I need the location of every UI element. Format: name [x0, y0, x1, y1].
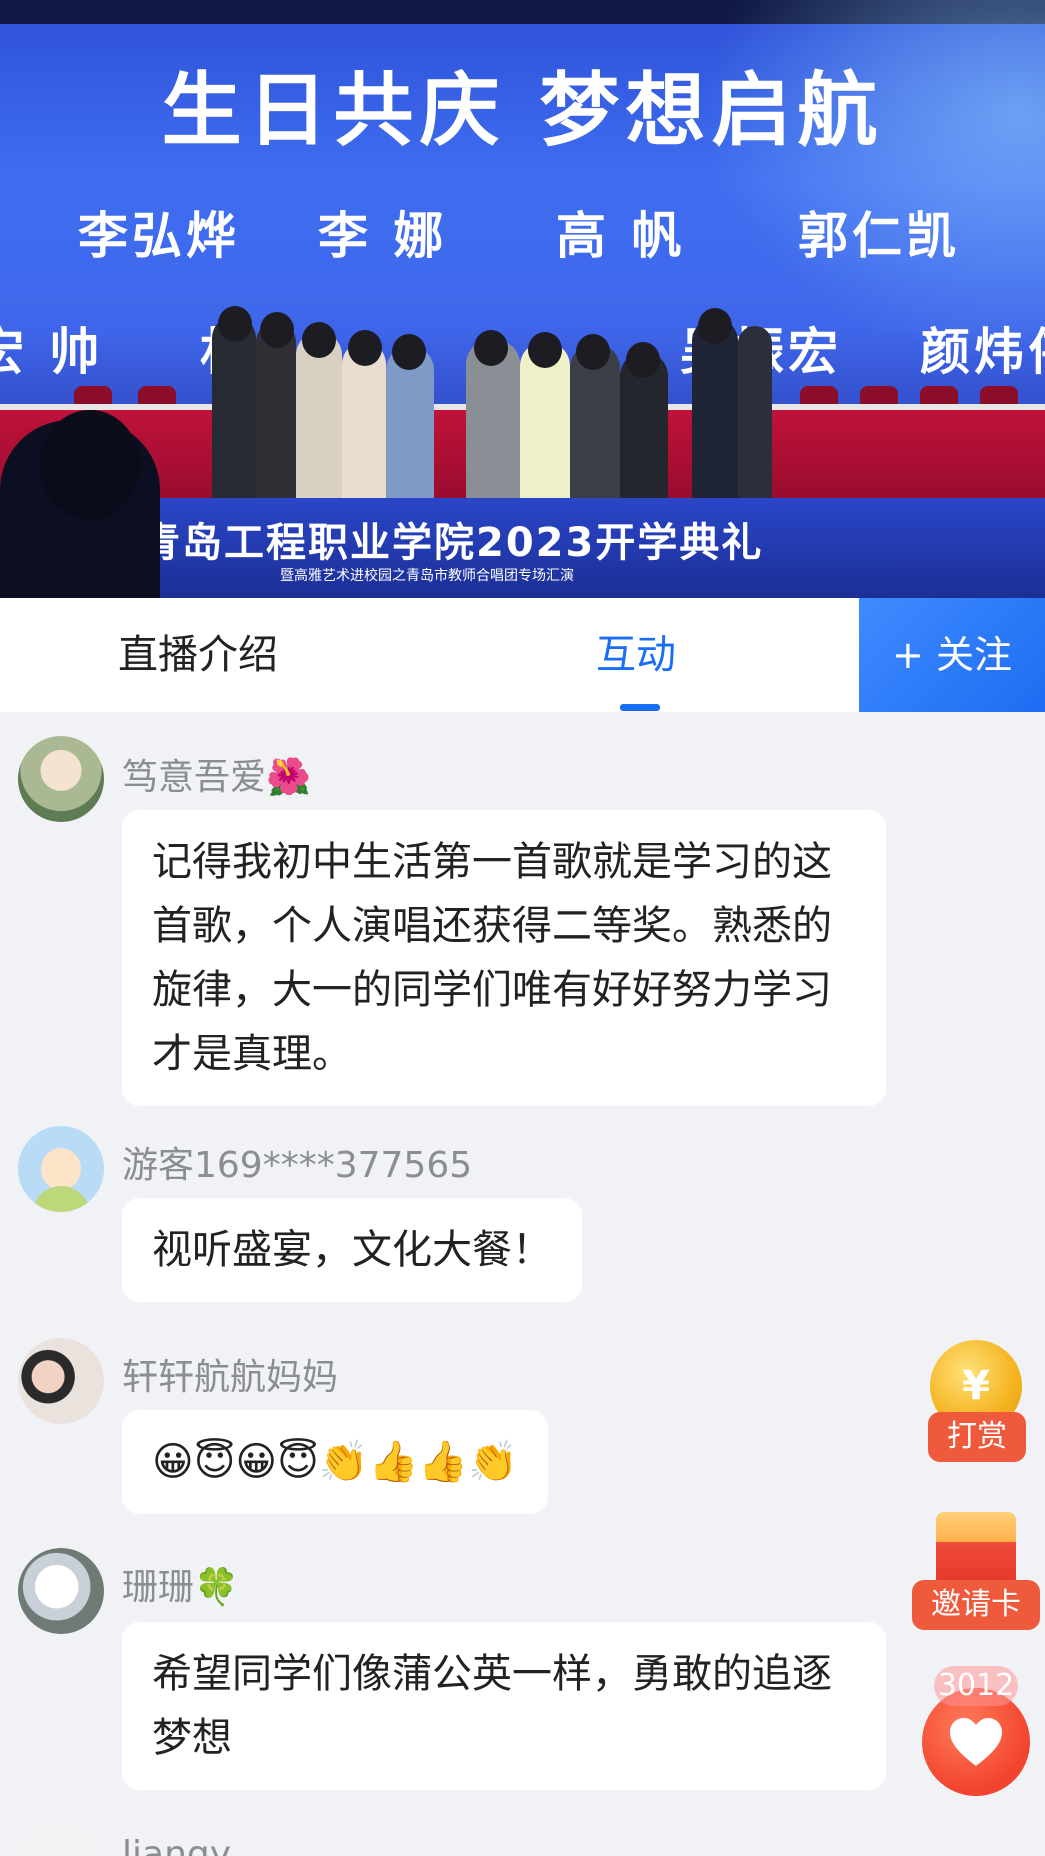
avatar-face: [41, 1148, 81, 1190]
invite-card-button[interactable]: 邀请卡: [912, 1580, 1040, 1630]
tab-live-intro[interactable]: 直播介绍: [118, 598, 278, 712]
stage-name: 郭仁凯: [798, 207, 960, 265]
stage-name: 李 娜: [318, 207, 448, 265]
invite-envelope-icon[interactable]: [936, 1512, 1016, 1586]
guest-default-avatar[interactable]: [18, 1126, 104, 1212]
stage-banner-title: 生日共庆 梦想启航: [161, 63, 884, 157]
chat-username[interactable]: 轩轩航航妈妈: [122, 1348, 338, 1400]
user-photo-avatar[interactable]: [18, 1822, 104, 1856]
active-tab-indicator: [620, 704, 660, 711]
chat-username[interactable]: liangy: [122, 1834, 231, 1856]
chat-message-bubble: 希望同学们像蒲公英一样，勇敢的追逐梦想: [122, 1622, 886, 1790]
chat-list[interactable]: 笃意吾爱🌺 记得我初中生活第一首歌就是学习的这首歌，个人演唱还获得二等奖。熟悉的…: [0, 712, 1045, 1856]
school-event-title: 青岛工程职业学院2023开学典礼: [140, 520, 764, 566]
chat-username[interactable]: 游客169****377565: [122, 1136, 472, 1188]
stage-name: 李弘烨: [78, 207, 240, 265]
heart-icon: [950, 1718, 1002, 1766]
chat-username[interactable]: 珊珊🍀: [122, 1558, 239, 1610]
live-video-player[interactable]: 生日共庆 梦想启航 李弘烨 李 娜 高 帆 郭仁凯 宏 帅 杉 吴振宏 颜炜伟: [0, 0, 1045, 598]
reward-button[interactable]: 打赏: [928, 1412, 1026, 1462]
avatar-body: [32, 1186, 90, 1212]
chat-message-bubble: 视听盛宴，文化大餐！: [122, 1198, 582, 1302]
follow-button[interactable]: + 关注: [859, 598, 1045, 712]
group-of-people: [212, 292, 772, 502]
stage-name: 颜炜伟: [920, 323, 1045, 381]
stage-name: 高 帆: [556, 207, 686, 265]
user-photo-avatar[interactable]: [18, 736, 104, 822]
chat-message-bubble: 记得我初中生活第一首歌就是学习的这首歌，个人演唱还获得二等奖。熟悉的旋律，大一的…: [122, 810, 886, 1106]
stage-name: 宏 帅: [0, 323, 104, 381]
tab-interaction[interactable]: 互动: [596, 598, 676, 712]
chat-message-bubble: 😀😇😀😇👏👍👍👏: [122, 1410, 549, 1514]
like-count-badge: 3012: [934, 1666, 1018, 1706]
user-photo-avatar[interactable]: [18, 1338, 104, 1424]
school-event-subtitle: 暨高雅艺术进校园之青岛市教师合唱团专场汇演: [280, 568, 574, 584]
tab-bar: 直播介绍 互动 + 关注: [0, 598, 1045, 712]
spectator-head: [40, 410, 140, 520]
chat-username[interactable]: 笃意吾爱🌺: [122, 748, 311, 800]
user-photo-avatar[interactable]: [18, 1548, 104, 1634]
